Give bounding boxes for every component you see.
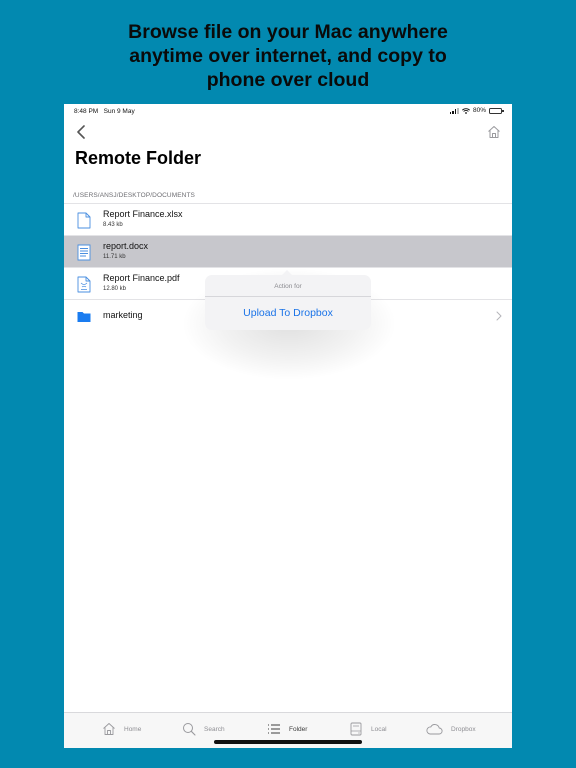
headline-line-3: phone over cloud xyxy=(206,69,370,91)
status-date: Sun 9 May xyxy=(103,108,135,115)
home-icon[interactable] xyxy=(486,124,502,140)
tab-label: Folder xyxy=(289,725,308,733)
tab-label: Dropbox xyxy=(451,725,476,733)
chevron-left-icon[interactable] xyxy=(74,122,90,142)
headline-line-2: anytime over internet, and copy to xyxy=(129,45,447,67)
tab-local[interactable]: Local xyxy=(349,721,387,737)
folder-name: marketing xyxy=(103,310,143,320)
tab-label: Search xyxy=(204,725,225,733)
battery-percent: 80% xyxy=(472,107,486,114)
chevron-right-icon xyxy=(496,311,502,321)
wifi-icon xyxy=(461,107,470,114)
word-document-icon xyxy=(77,244,91,261)
popover-title: Action for xyxy=(274,283,302,290)
file-size: 8.43 kb xyxy=(103,222,123,228)
file-size: 12.80 kb xyxy=(103,286,127,292)
popover-arrow xyxy=(281,270,293,276)
headline: Browse file on your Mac anywhere anytime… xyxy=(0,20,576,92)
list-icon xyxy=(268,724,280,734)
home-indicator xyxy=(214,740,362,744)
tab-search[interactable]: Search xyxy=(182,721,225,737)
headline-line-1: Browse file on your Mac anywhere xyxy=(128,21,448,43)
tab-label: Local xyxy=(371,725,387,733)
tab-home[interactable]: Home xyxy=(102,721,141,737)
status-time: 8:48 PM xyxy=(74,108,99,115)
document-icon xyxy=(77,212,91,229)
file-name: Report Finance.xlsx xyxy=(103,209,183,219)
page-title: Remote Folder xyxy=(75,148,202,168)
search-icon xyxy=(183,723,196,736)
battery-icon xyxy=(489,107,504,114)
tab-label: Home xyxy=(124,725,142,733)
tab-dropbox[interactable]: Dropbox xyxy=(426,721,476,737)
cellular-signal-icon xyxy=(449,107,459,114)
action-popover: Action for Upload To Dropbox xyxy=(205,270,371,330)
tab-folder[interactable]: Folder xyxy=(267,721,307,737)
breadcrumb-path: /USERS/ANSJ/DESKTOP/DOCUMENTS xyxy=(73,192,195,199)
file-name: Report Finance.pdf xyxy=(103,273,180,283)
home-icon xyxy=(103,723,115,735)
hard-drive-icon xyxy=(350,722,362,736)
file-size: 11.71 kb xyxy=(103,254,126,260)
file-name: report.docx xyxy=(103,241,149,251)
file-row-report-docx[interactable]: report.docx 11.71 kb xyxy=(64,235,512,267)
folder-icon xyxy=(77,312,91,322)
popover-divider xyxy=(205,296,371,297)
ipad-screen: 8:48 PM Sun 9 May 80% Remote Folder /USE… xyxy=(64,104,512,748)
file-row-report-finance-xlsx[interactable]: Report Finance.xlsx 8.43 kb xyxy=(64,203,512,235)
status-bar: 8:48 PM Sun 9 May 80% xyxy=(64,104,512,118)
upload-to-dropbox-button[interactable]: Upload To Dropbox xyxy=(205,307,371,319)
cloud-icon xyxy=(426,724,443,735)
pdf-icon xyxy=(77,276,91,293)
